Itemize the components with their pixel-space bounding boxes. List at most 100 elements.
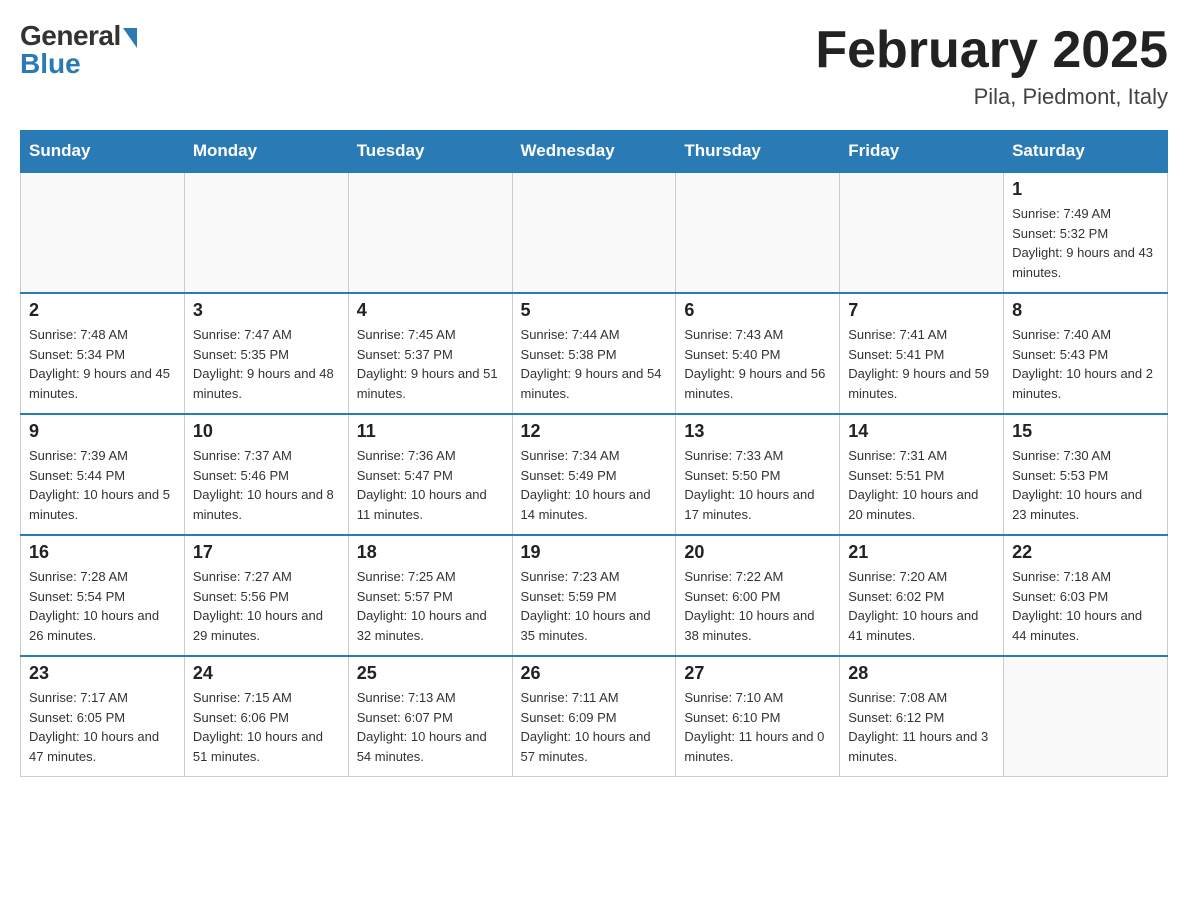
day-number: 27 (684, 663, 831, 684)
table-row: 9 Sunrise: 7:39 AM Sunset: 5:44 PM Daylig… (21, 414, 185, 535)
table-row: 11 Sunrise: 7:36 AM Sunset: 5:47 PM Dayli… (348, 414, 512, 535)
day-info: Sunrise: 7:49 AM Sunset: 5:32 PM Dayligh… (1012, 204, 1159, 282)
col-thursday: Thursday (676, 131, 840, 173)
col-saturday: Saturday (1004, 131, 1168, 173)
table-row: 23Sunrise: 7:17 AM Sunset: 6:05 PM Dayli… (21, 656, 185, 777)
logo: General Blue (20, 20, 137, 80)
day-info: Sunrise: 7:08 AM Sunset: 6:12 PM Dayligh… (848, 688, 995, 766)
table-row: 15 Sunrise: 7:30 AM Sunset: 5:53 PM Dayli… (1004, 414, 1168, 535)
day-info: Sunrise: 7:44 AM Sunset: 5:38 PM Dayligh… (521, 325, 668, 403)
day-info: Sunrise: 7:30 AM Sunset: 5:53 PM Dayligh… (1012, 446, 1159, 524)
table-row: 22 Sunrise: 7:18 AM Sunset: 6:03 PM Dayli… (1004, 535, 1168, 656)
table-row: 3 Sunrise: 7:47 AM Sunset: 5:35 PM Daylig… (184, 293, 348, 414)
day-info: Sunrise: 7:25 AM Sunset: 5:57 PM Dayligh… (357, 567, 504, 645)
table-row (348, 172, 512, 293)
day-info: Sunrise: 7:41 AM Sunset: 5:41 PM Dayligh… (848, 325, 995, 403)
calendar-header-row: Sunday Monday Tuesday Wednesday Thursday… (21, 131, 1168, 173)
col-friday: Friday (840, 131, 1004, 173)
day-number: 16 (29, 542, 176, 563)
day-number: 14 (848, 421, 995, 442)
day-number: 19 (521, 542, 668, 563)
table-row: 17 Sunrise: 7:27 AM Sunset: 5:56 PM Dayli… (184, 535, 348, 656)
table-row: 12 Sunrise: 7:34 AM Sunset: 5:49 PM Dayli… (512, 414, 676, 535)
logo-triangle-icon (123, 28, 137, 48)
table-row (512, 172, 676, 293)
day-info: Sunrise: 7:23 AM Sunset: 5:59 PM Dayligh… (521, 567, 668, 645)
table-row: 16Sunrise: 7:28 AM Sunset: 5:54 PM Dayli… (21, 535, 185, 656)
day-number: 21 (848, 542, 995, 563)
day-number: 13 (684, 421, 831, 442)
day-info: Sunrise: 7:39 AM Sunset: 5:44 PM Dayligh… (29, 446, 176, 524)
table-row: 4Sunrise: 7:45 AM Sunset: 5:37 PM Daylig… (348, 293, 512, 414)
day-number: 11 (357, 421, 504, 442)
table-row (676, 172, 840, 293)
day-number: 24 (193, 663, 340, 684)
col-tuesday: Tuesday (348, 131, 512, 173)
day-number: 25 (357, 663, 504, 684)
table-row (184, 172, 348, 293)
table-row: 6 Sunrise: 7:43 AM Sunset: 5:40 PM Daylig… (676, 293, 840, 414)
table-row: 19 Sunrise: 7:23 AM Sunset: 5:59 PM Dayli… (512, 535, 676, 656)
day-number: 18 (357, 542, 504, 563)
day-number: 26 (521, 663, 668, 684)
day-info: Sunrise: 7:11 AM Sunset: 6:09 PM Dayligh… (521, 688, 668, 766)
table-row: 18 Sunrise: 7:25 AM Sunset: 5:57 PM Dayli… (348, 535, 512, 656)
day-number: 2 (29, 300, 176, 321)
col-wednesday: Wednesday (512, 131, 676, 173)
table-row: 13Sunrise: 7:33 AM Sunset: 5:50 PM Dayli… (676, 414, 840, 535)
col-monday: Monday (184, 131, 348, 173)
table-row: 20 Sunrise: 7:22 AM Sunset: 6:00 PM Dayli… (676, 535, 840, 656)
day-number: 17 (193, 542, 340, 563)
day-number: 10 (193, 421, 340, 442)
day-info: Sunrise: 7:22 AM Sunset: 6:00 PM Dayligh… (684, 567, 831, 645)
day-number: 9 (29, 421, 176, 442)
table-row: 2 Sunrise: 7:48 AM Sunset: 5:34 PM Daylig… (21, 293, 185, 414)
day-number: 12 (521, 421, 668, 442)
day-number: 20 (684, 542, 831, 563)
month-title: February 2025 (815, 20, 1168, 80)
day-info: Sunrise: 7:34 AM Sunset: 5:49 PM Dayligh… (521, 446, 668, 524)
day-number: 15 (1012, 421, 1159, 442)
page-header: General Blue February 2025 Pila, Piedmon… (20, 20, 1168, 110)
table-row: 24 Sunrise: 7:15 AM Sunset: 6:06 PM Dayli… (184, 656, 348, 777)
day-number: 22 (1012, 542, 1159, 563)
table-row: 14Sunrise: 7:31 AM Sunset: 5:51 PM Dayli… (840, 414, 1004, 535)
day-info: Sunrise: 7:27 AM Sunset: 5:56 PM Dayligh… (193, 567, 340, 645)
day-number: 3 (193, 300, 340, 321)
table-row: 7 Sunrise: 7:41 AM Sunset: 5:41 PM Daylig… (840, 293, 1004, 414)
day-number: 8 (1012, 300, 1159, 321)
day-info: Sunrise: 7:18 AM Sunset: 6:03 PM Dayligh… (1012, 567, 1159, 645)
table-row: 1Sunrise: 7:49 AM Sunset: 5:32 PM Daylig… (1004, 172, 1168, 293)
day-info: Sunrise: 7:47 AM Sunset: 5:35 PM Dayligh… (193, 325, 340, 403)
day-number: 28 (848, 663, 995, 684)
table-row: 21 Sunrise: 7:20 AM Sunset: 6:02 PM Dayli… (840, 535, 1004, 656)
table-row (1004, 656, 1168, 777)
calendar-week-row: 9 Sunrise: 7:39 AM Sunset: 5:44 PM Daylig… (21, 414, 1168, 535)
day-info: Sunrise: 7:15 AM Sunset: 6:06 PM Dayligh… (193, 688, 340, 766)
day-info: Sunrise: 7:36 AM Sunset: 5:47 PM Dayligh… (357, 446, 504, 524)
day-info: Sunrise: 7:20 AM Sunset: 6:02 PM Dayligh… (848, 567, 995, 645)
day-number: 23 (29, 663, 176, 684)
table-row (840, 172, 1004, 293)
table-row: 28 Sunrise: 7:08 AM Sunset: 6:12 PM Dayli… (840, 656, 1004, 777)
calendar-week-row: 1Sunrise: 7:49 AM Sunset: 5:32 PM Daylig… (21, 172, 1168, 293)
table-row: 25 Sunrise: 7:13 AM Sunset: 6:07 PM Dayli… (348, 656, 512, 777)
calendar-week-row: 2 Sunrise: 7:48 AM Sunset: 5:34 PM Daylig… (21, 293, 1168, 414)
day-info: Sunrise: 7:13 AM Sunset: 6:07 PM Dayligh… (357, 688, 504, 766)
day-info: Sunrise: 7:10 AM Sunset: 6:10 PM Dayligh… (684, 688, 831, 766)
calendar-week-row: 16Sunrise: 7:28 AM Sunset: 5:54 PM Dayli… (21, 535, 1168, 656)
calendar-table: Sunday Monday Tuesday Wednesday Thursday… (20, 130, 1168, 777)
day-info: Sunrise: 7:40 AM Sunset: 5:43 PM Dayligh… (1012, 325, 1159, 403)
day-info: Sunrise: 7:37 AM Sunset: 5:46 PM Dayligh… (193, 446, 340, 524)
location-subtitle: Pila, Piedmont, Italy (815, 84, 1168, 110)
day-info: Sunrise: 7:43 AM Sunset: 5:40 PM Dayligh… (684, 325, 831, 403)
col-sunday: Sunday (21, 131, 185, 173)
day-number: 6 (684, 300, 831, 321)
calendar-week-row: 23Sunrise: 7:17 AM Sunset: 6:05 PM Dayli… (21, 656, 1168, 777)
day-number: 7 (848, 300, 995, 321)
day-info: Sunrise: 7:45 AM Sunset: 5:37 PM Dayligh… (357, 325, 504, 403)
day-info: Sunrise: 7:48 AM Sunset: 5:34 PM Dayligh… (29, 325, 176, 403)
day-number: 5 (521, 300, 668, 321)
table-row: 5 Sunrise: 7:44 AM Sunset: 5:38 PM Daylig… (512, 293, 676, 414)
title-section: February 2025 Pila, Piedmont, Italy (815, 20, 1168, 110)
